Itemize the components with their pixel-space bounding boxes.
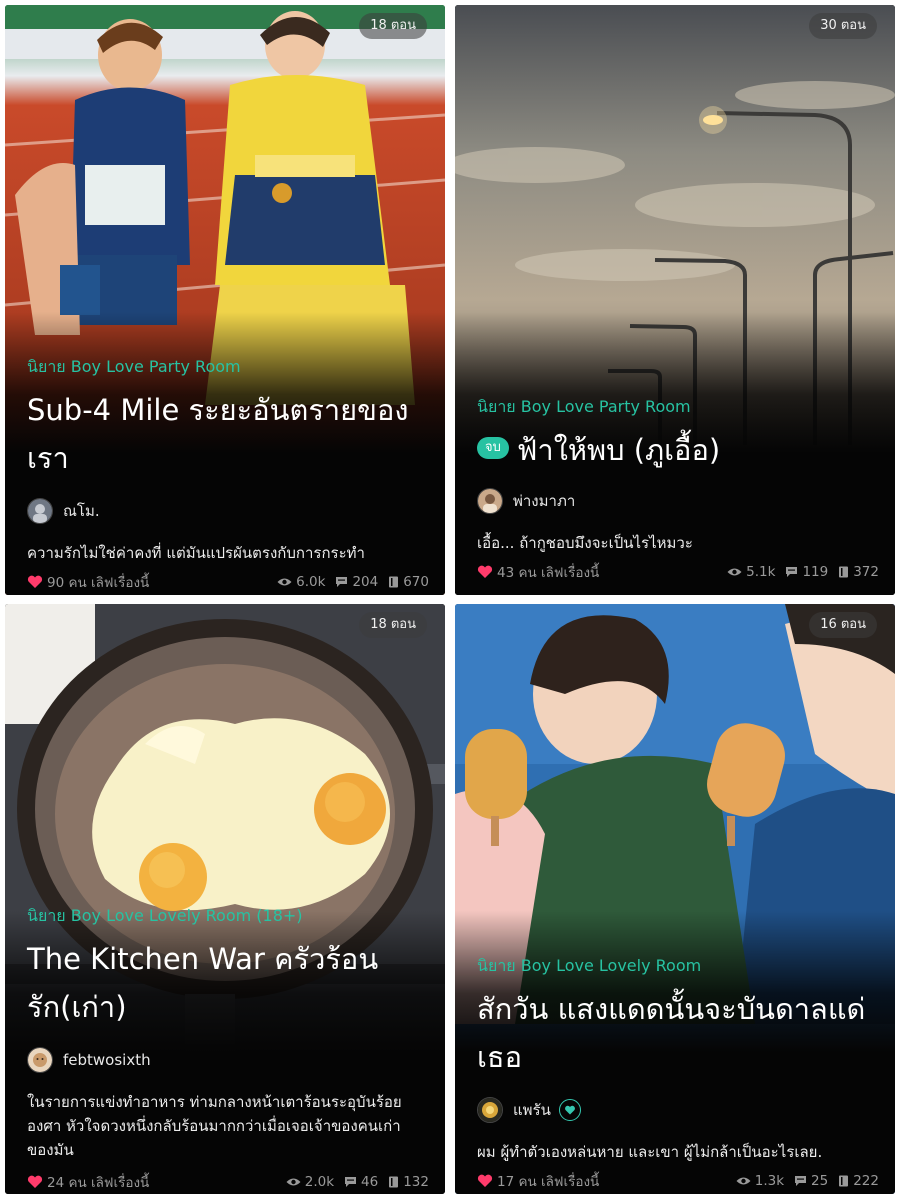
book-icon (839, 1175, 849, 1187)
comments-stat: 119 (785, 564, 828, 580)
book-icon (389, 576, 399, 588)
episode-count-badge: 18 ตอน (359, 612, 427, 638)
likes-text: 24 คน เลิฟเรื่องนี้ (47, 1175, 150, 1191)
verified-heart-icon (558, 1099, 581, 1121)
stats-row: 90 คน เลิฟเรื่องนี้ 6.0k 204 670 (27, 572, 429, 592)
novel-description: ความรักไม่ใช่ค่าคงที่ แต่มันแปรผันตรงกับ… (27, 544, 365, 562)
novel-card-sub4-mile[interactable]: 18 ตอน นิยาย Boy Love Party Room Sub-4 M… (5, 5, 445, 595)
views-stat: 2.0k (286, 1174, 334, 1190)
author-name: พ่างมาภา (513, 492, 576, 510)
likes-text: 90 คน เลิฟเรื่องนี้ (47, 575, 150, 591)
chapters-count: 372 (853, 564, 879, 580)
completed-badge: จบ (477, 437, 509, 459)
chapters-count: 132 (403, 1174, 429, 1190)
eye-icon (736, 1177, 751, 1185)
episode-count-badge: 18 ตอน (359, 13, 427, 39)
novel-description: เอื้อ... ถ้ากูชอบมึงจะเป็นไรไหมวะ (477, 534, 693, 552)
novel-card-fah-hai-pob[interactable]: 30 ตอน นิยาย Boy Love Party Room จบ ฟ้าให… (455, 5, 895, 595)
likes: 17 คน เลิฟเรื่องนี้ (477, 1170, 726, 1192)
comment-icon (786, 567, 798, 577)
author-avatar (27, 498, 53, 524)
category-label[interactable]: นิยาย Boy Love Lovely Room (477, 954, 701, 979)
novel-description: ในรายการแข่งทำอาหาร ท่ามกลางหน้าเตาร้อนร… (27, 1093, 402, 1159)
chapters-stat: 372 (838, 564, 879, 580)
chapters-stat: 670 (388, 574, 429, 590)
author-avatar (477, 488, 503, 514)
comments-stat: 25 (794, 1173, 828, 1189)
comments-count: 119 (802, 564, 829, 580)
views-stat: 6.0k (277, 574, 325, 590)
heart-icon (477, 1174, 493, 1187)
novel-title-row[interactable]: จบ ฟ้าให้พบ (ภูเอื้อ) (477, 426, 877, 474)
heart-icon (27, 575, 43, 588)
novel-title[interactable]: สักวัน แสงแดดนั้นจะบันดาลแด่เธอ (477, 985, 877, 1081)
author-name: febtwosixth (63, 1051, 151, 1069)
episode-count-badge: 16 ตอน (809, 612, 877, 638)
novel-card-sak-wan[interactable]: 16 ตอน นิยาย Boy Love Lovely Room สักวัน… (455, 604, 895, 1194)
likes: 24 คน เลิฟเรื่องนี้ (27, 1171, 276, 1193)
novel-title[interactable]: Sub-4 Mile ระยะอันตรายของเรา (27, 386, 427, 482)
category-label[interactable]: นิยาย Boy Love Lovely Room (18+) (27, 904, 303, 929)
comments-count: 25 (811, 1173, 829, 1189)
author-avatar (477, 1097, 503, 1123)
likes: 90 คน เลิฟเรื่องนี้ (27, 571, 267, 593)
likes: 43 คน เลิฟเรื่องนี้ (477, 561, 717, 583)
views-count: 1.3k (754, 1173, 785, 1189)
views-stat: 5.1k (727, 564, 775, 580)
episode-count-badge: 30 ตอน (809, 13, 877, 39)
stats-row: 43 คน เลิฟเรื่องนี้ 5.1k 119 372 (477, 562, 879, 582)
author-row[interactable]: febtwosixth (27, 1047, 151, 1073)
author-row[interactable]: พ่างมาภา (477, 488, 575, 514)
views-count: 6.0k (296, 574, 326, 590)
author-avatar (27, 1047, 53, 1073)
comments-count: 46 (361, 1174, 379, 1190)
stats-row: 17 คน เลิฟเรื่องนี้ 1.3k 25 222 (477, 1171, 879, 1191)
comment-icon (336, 577, 348, 587)
novel-description: ผม ผู้ทำตัวเองหล่นหาย และเขา ผู้ไม่กล้าเ… (477, 1143, 823, 1161)
views-count: 2.0k (304, 1174, 335, 1190)
chapters-count: 222 (853, 1173, 879, 1189)
author-name: แพรัน (513, 1101, 551, 1119)
stats-row: 24 คน เลิฟเรื่องนี้ 2.0k 46 132 (27, 1172, 429, 1192)
eye-icon (277, 578, 292, 586)
heart-icon (477, 565, 493, 578)
comments-count: 204 (352, 574, 379, 590)
eye-icon (727, 568, 742, 576)
views-stat: 1.3k (736, 1173, 784, 1189)
eye-icon (286, 1178, 301, 1186)
author-row[interactable]: ณโม. (27, 498, 100, 524)
author-row[interactable]: แพรัน (477, 1097, 581, 1123)
views-count: 5.1k (746, 564, 776, 580)
comments-stat: 46 (344, 1174, 378, 1190)
author-name: ณโม. (63, 502, 100, 520)
comment-icon (795, 1176, 807, 1186)
chapters-stat: 222 (838, 1173, 879, 1189)
likes-text: 17 คน เลิฟเรื่องนี้ (497, 1174, 600, 1190)
category-label[interactable]: นิยาย Boy Love Party Room (27, 355, 241, 380)
novel-title: ฟ้าให้พบ (ภูเอื้อ) (516, 433, 721, 467)
category-label[interactable]: นิยาย Boy Love Party Room (477, 395, 691, 420)
novel-card-kitchen-war[interactable]: 18 ตอน นิยาย Boy Love Lovely Room (18+) … (5, 604, 445, 1194)
book-icon (839, 566, 849, 578)
comment-icon (345, 1177, 357, 1187)
comments-stat: 204 (335, 574, 378, 590)
likes-text: 43 คน เลิฟเรื่องนี้ (497, 565, 600, 581)
heart-icon (27, 1175, 43, 1188)
chapters-count: 670 (403, 574, 429, 590)
novel-title[interactable]: The Kitchen War ครัวร้อนรัก(เก่า) (27, 935, 427, 1031)
chapters-stat: 132 (388, 1174, 429, 1190)
book-icon (389, 1176, 399, 1188)
